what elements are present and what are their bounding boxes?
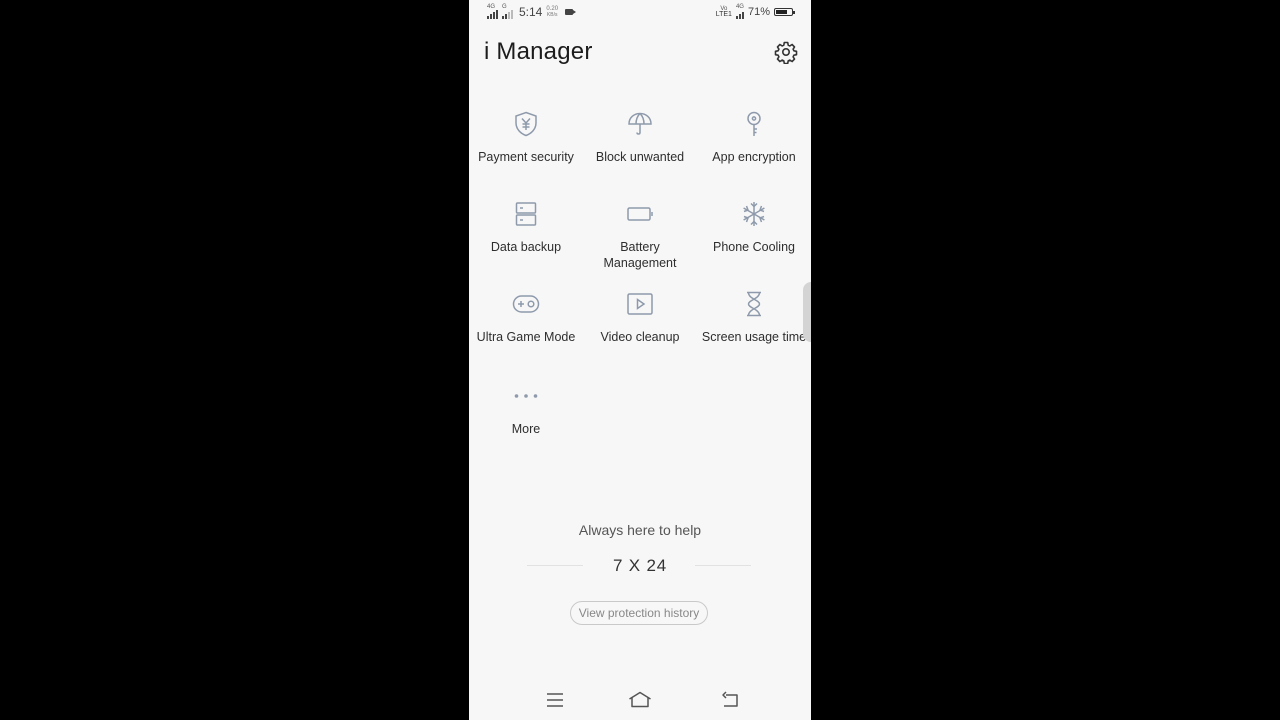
lte-label: LTE1: [715, 10, 732, 18]
tile-app-encryption[interactable]: App encryption: [697, 106, 811, 186]
battery-icon: [627, 207, 653, 221]
menu-icon: [547, 693, 563, 707]
battery-fill: [776, 9, 787, 14]
tile-label: App encryption: [712, 150, 796, 164]
screen-record-icon: [565, 8, 577, 15]
volte-indicator: Vo LTE1: [716, 6, 732, 18]
tile-data-backup[interactable]: Data backup: [469, 196, 583, 276]
tile-label: Video cleanup: [600, 330, 680, 344]
tile-label: Data backup: [490, 240, 562, 254]
hourglass-icon: [747, 291, 761, 317]
snowflake-icon: [743, 202, 765, 226]
nav-menu-button[interactable]: [543, 688, 567, 712]
tile-label: Block unwanted: [595, 150, 685, 164]
tile-more[interactable]: More: [469, 378, 583, 458]
tile-video-cleanup[interactable]: Video cleanup: [583, 286, 697, 366]
key-icon: [747, 111, 761, 136]
help-value: 7 X 24: [613, 556, 667, 575]
help-text: Always here to help: [578, 522, 702, 538]
page-title: i Manager: [484, 38, 593, 65]
signal-3: 4G: [735, 4, 744, 19]
more-dots-icon: [514, 394, 538, 398]
tile-label: Phone Cooling: [712, 240, 795, 254]
signal-2: G: [502, 4, 513, 19]
signal-1: 4G: [487, 4, 498, 19]
network-speed: 0.20 KB/s: [546, 6, 558, 18]
status-bar: 4G G 5:14 0.20 KB/s Vo LTE1 4G 71%: [469, 0, 811, 26]
tile-screen-usage-time[interactable]: Screen usage time: [697, 286, 811, 366]
shield-yen-icon: [515, 111, 537, 137]
nav-back-button[interactable]: [718, 688, 742, 712]
tile-label: More: [511, 422, 541, 436]
signal-bars-icon: [487, 10, 498, 19]
tile-payment-security[interactable]: Payment security: [469, 106, 583, 186]
edge-panel-handle[interactable]: [803, 282, 811, 342]
signal-bars-icon: [502, 10, 513, 19]
server-icon: [515, 202, 537, 226]
battery-icon: [774, 7, 795, 16]
view-protection-history-button[interactable]: View protection history: [570, 601, 708, 625]
umbrella-icon: [628, 112, 652, 135]
video-play-icon: [627, 293, 653, 315]
back-icon: [722, 691, 738, 707]
home-icon: [629, 691, 651, 708]
tile-label: Payment security: [478, 150, 574, 164]
tile-label: Battery Management: [603, 240, 677, 270]
phone-screen: 4G G 5:14 0.20 KB/s Vo LTE1 4G 71% i Man…: [469, 0, 811, 720]
speed-unit: KB/s: [546, 11, 558, 18]
settings-button[interactable]: [774, 40, 798, 65]
signal-bars-icon: [735, 10, 744, 19]
tile-ultra-game-mode[interactable]: Ultra Game Mode: [469, 286, 583, 366]
tile-block-unwanted[interactable]: Block unwanted: [583, 106, 697, 186]
tile-battery-management[interactable]: Battery Management: [583, 196, 697, 276]
tile-phone-cooling[interactable]: Phone Cooling: [697, 196, 811, 276]
tile-label: Ultra Game Mode: [476, 330, 576, 344]
nav-home-button[interactable]: [628, 688, 652, 712]
clock: 5:14: [519, 4, 543, 19]
battery-percent: 71%: [747, 5, 770, 18]
gamepad-icon: [512, 295, 540, 313]
gear-icon: [774, 41, 798, 65]
tile-label: Screen usage time: [701, 330, 807, 344]
